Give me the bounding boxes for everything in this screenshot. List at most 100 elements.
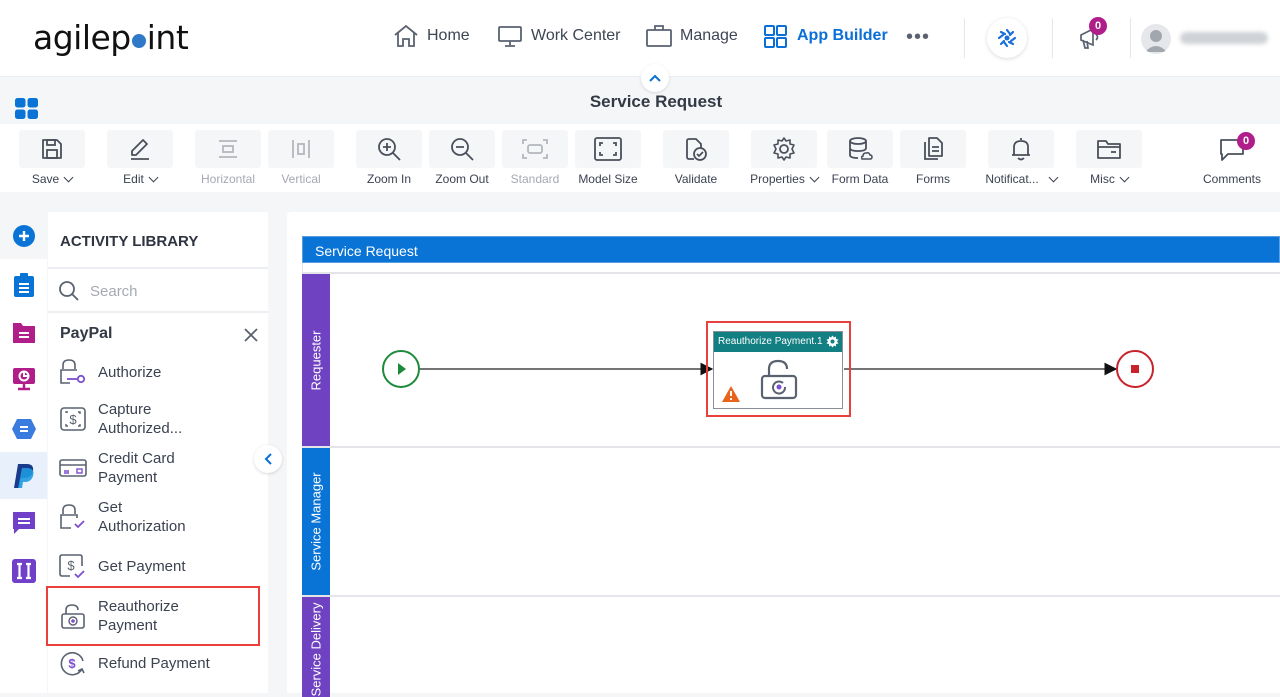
nav-home-label: Home bbox=[427, 27, 470, 44]
activity-authorize[interactable]: Authorize bbox=[58, 358, 161, 386]
activity-library-title: ACTIVITY LIBRARY bbox=[60, 233, 199, 250]
activity-search[interactable]: Search bbox=[58, 280, 138, 302]
pool-spacer bbox=[302, 263, 1280, 274]
misc-button[interactable]: Misc bbox=[1076, 130, 1142, 186]
announcements-button[interactable]: 0 bbox=[1078, 17, 1107, 55]
activity-label: Authorization bbox=[98, 518, 186, 535]
lock-check-icon bbox=[60, 504, 85, 529]
notifications-button[interactable]: Notificat... bbox=[985, 130, 1059, 186]
chevron-down-icon bbox=[148, 172, 159, 182]
zoom-out-button[interactable]: Zoom Out bbox=[429, 130, 495, 186]
rail-integrations[interactable] bbox=[0, 405, 47, 452]
activity-label: Refund Payment bbox=[98, 654, 210, 672]
nav-app-builder[interactable]: App Builder bbox=[763, 24, 888, 48]
save-label: Save bbox=[31, 172, 60, 186]
warning-icon[interactable] bbox=[722, 386, 740, 402]
pinwheel-icon bbox=[997, 28, 1017, 48]
rail-custom[interactable] bbox=[0, 547, 47, 594]
model-size-label: Model Size bbox=[578, 172, 638, 186]
folder-doc-icon bbox=[12, 322, 35, 343]
activity-reauthorize-payment[interactable]: Reauthorize Payment bbox=[46, 586, 260, 646]
rail-paypal[interactable] bbox=[0, 452, 47, 499]
validate-button[interactable]: Validate bbox=[663, 130, 729, 186]
rail-add[interactable] bbox=[0, 212, 47, 259]
chevron-left-icon bbox=[264, 453, 272, 465]
logo-text-start: agilep bbox=[33, 18, 131, 57]
activity-label: Payment bbox=[98, 617, 158, 634]
edit-button[interactable]: Edit bbox=[107, 130, 173, 186]
search-input[interactable]: Search bbox=[90, 283, 138, 300]
toolbar: Save Edit Horizontal Vertical Zoom In Zo… bbox=[0, 124, 1280, 192]
database-cloud-icon bbox=[849, 137, 873, 160]
monitor-icon bbox=[498, 26, 522, 47]
monitor-chart-icon bbox=[12, 367, 35, 390]
form-data-button[interactable]: Form Data bbox=[827, 130, 893, 186]
lane-label[interactable]: Service Delivery bbox=[302, 597, 330, 697]
save-button[interactable]: Save bbox=[19, 130, 85, 186]
activity-capture-authorized[interactable]: $ Capture Authorized... bbox=[58, 400, 182, 438]
activity-label: Authorized... bbox=[98, 420, 183, 437]
logo-dot bbox=[131, 34, 146, 48]
notification-badge: 0 bbox=[1089, 17, 1107, 35]
agilepoint-logo[interactable]: agilep int bbox=[33, 18, 189, 57]
credit-card-icon bbox=[59, 459, 87, 477]
divider bbox=[48, 311, 268, 313]
dollar-check-icon: $ bbox=[59, 554, 85, 579]
zoom-in-button[interactable]: Zoom In bbox=[356, 130, 422, 186]
vertical-label: Vertical bbox=[281, 172, 321, 186]
activity-refund-payment[interactable]: $ Refund Payment bbox=[58, 649, 210, 677]
rail-messaging[interactable] bbox=[0, 499, 47, 546]
properties-button[interactable]: Properties bbox=[750, 130, 820, 186]
category-title: PayPal bbox=[60, 325, 113, 342]
nav-manage[interactable]: Manage bbox=[646, 24, 738, 48]
divider bbox=[1052, 18, 1053, 58]
vertical-layout-icon bbox=[292, 140, 310, 158]
collapse-header-button[interactable] bbox=[641, 64, 669, 92]
ai-assistant-button[interactable] bbox=[987, 18, 1027, 58]
rail-reports[interactable] bbox=[0, 355, 47, 402]
activity-get-authorization[interactable]: Get Authorization bbox=[58, 498, 186, 536]
user-avatar[interactable] bbox=[1141, 24, 1171, 54]
standard-button[interactable]: Standard bbox=[502, 130, 568, 186]
chevron-up-icon bbox=[649, 74, 661, 82]
activity-get-payment[interactable]: $ Get Payment bbox=[58, 552, 186, 580]
user-name-blurred[interactable] bbox=[1180, 32, 1268, 44]
nav-home[interactable]: Home bbox=[393, 24, 470, 48]
task-reauthorize-payment[interactable]: Reauthorize Payment.1 bbox=[713, 331, 843, 409]
forms-button[interactable]: Forms bbox=[900, 130, 966, 186]
misc-label: Misc bbox=[1090, 172, 1115, 186]
model-size-button[interactable]: Model Size bbox=[575, 130, 641, 186]
activity-label: Authorize bbox=[98, 363, 162, 381]
lane-label[interactable]: Service Manager bbox=[302, 448, 330, 595]
validate-icon bbox=[686, 138, 707, 161]
lane-service-manager[interactable]: Service Manager bbox=[302, 448, 1280, 597]
hexagon-icon bbox=[11, 418, 36, 439]
activity-label: Credit Card bbox=[98, 450, 175, 467]
rail-forms[interactable] bbox=[0, 261, 47, 308]
activity-credit-card-payment[interactable]: Credit Card Payment bbox=[58, 449, 175, 487]
activity-label: Capture bbox=[98, 401, 152, 418]
edit-label: Edit bbox=[123, 172, 144, 186]
gear-icon bbox=[773, 137, 795, 161]
rail-data[interactable] bbox=[0, 309, 47, 356]
lock-key-icon bbox=[60, 359, 86, 384]
lane-service-delivery[interactable]: Service Delivery bbox=[302, 597, 1280, 697]
save-icon bbox=[42, 139, 62, 159]
close-category-button[interactable] bbox=[244, 328, 258, 347]
more-menu-button[interactable]: ••• bbox=[906, 27, 930, 47]
horizontal-button[interactable]: Horizontal bbox=[195, 130, 261, 186]
lane-label[interactable]: Requester bbox=[302, 274, 330, 446]
vertical-button[interactable]: Vertical bbox=[268, 130, 334, 186]
nav-work-center[interactable]: Work Center bbox=[497, 24, 621, 48]
chat-icon bbox=[12, 511, 35, 534]
collapse-library-button[interactable] bbox=[254, 445, 282, 473]
pool-header[interactable]: Service Request bbox=[302, 236, 1280, 263]
comments-button[interactable]: 0 Comments bbox=[1199, 130, 1265, 186]
zoom-out-icon bbox=[451, 138, 474, 161]
comments-label: Comments bbox=[1202, 172, 1261, 186]
gear-icon[interactable] bbox=[826, 335, 839, 348]
logo-text-end: int bbox=[146, 18, 189, 57]
comments-badge: 0 bbox=[1237, 132, 1255, 150]
divider bbox=[48, 267, 268, 269]
ii-icon bbox=[11, 558, 36, 583]
